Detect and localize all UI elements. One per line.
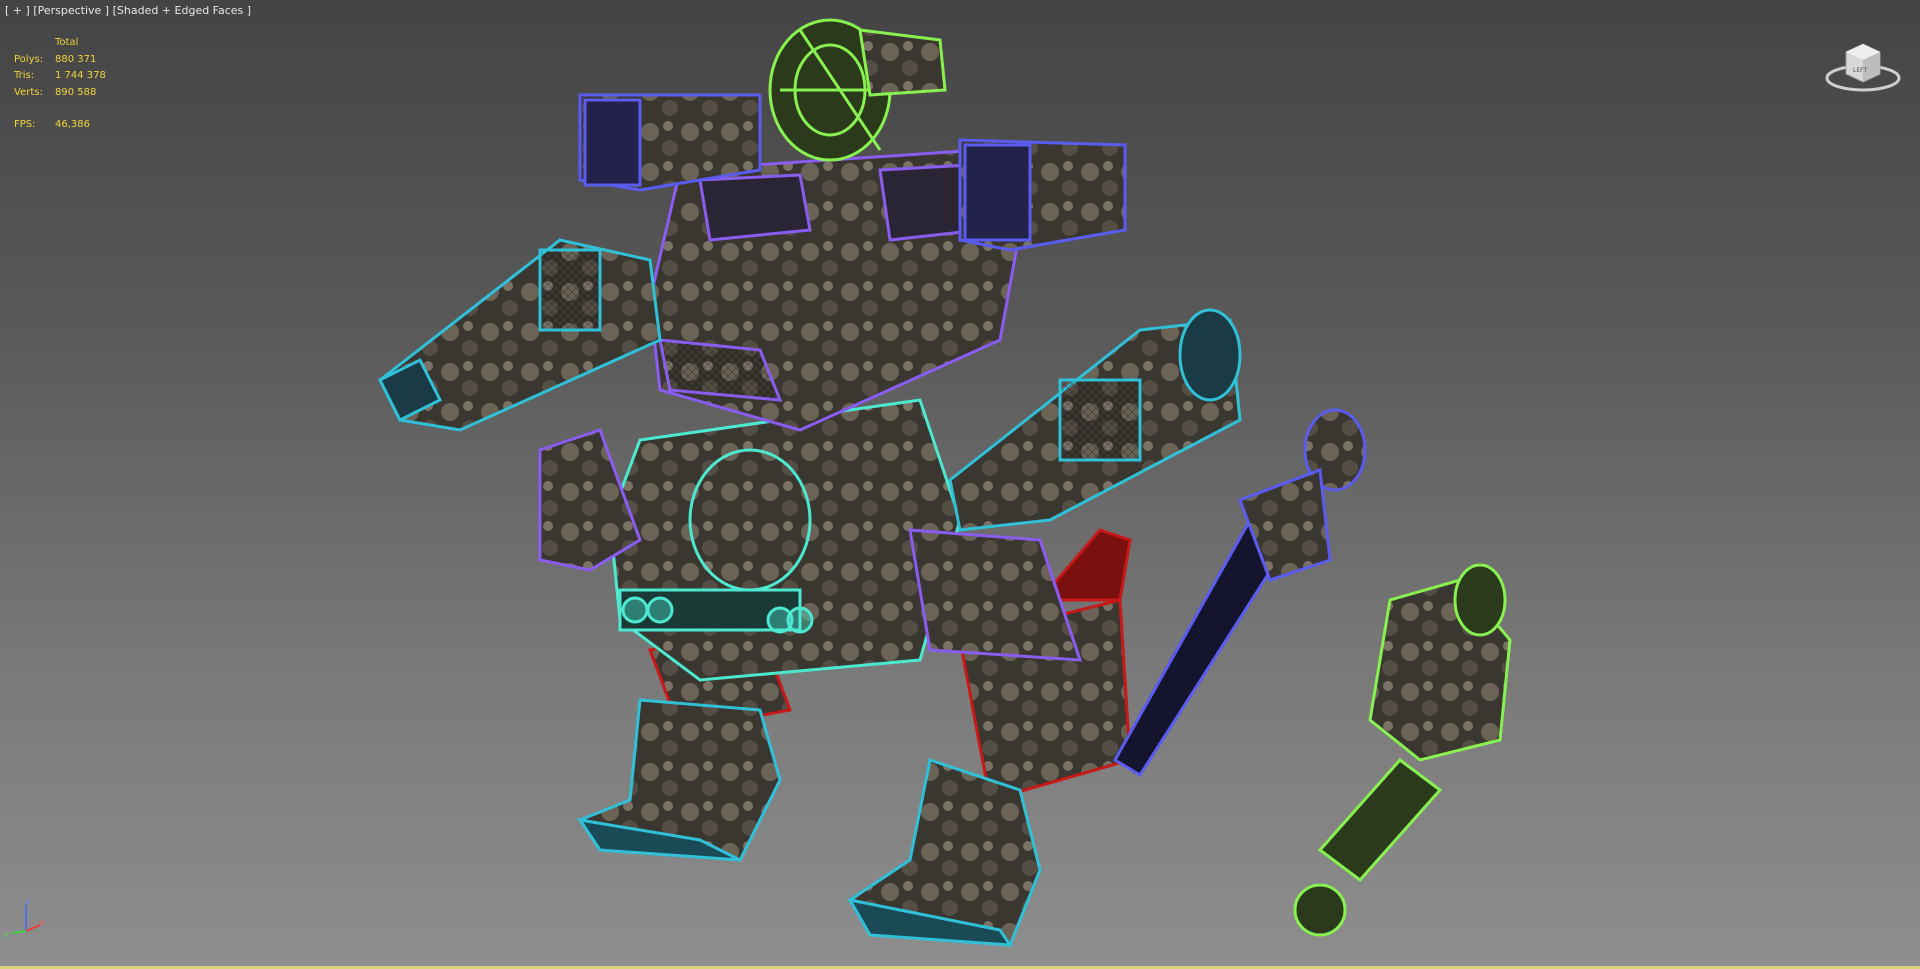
stats-fps-value: 46,386 bbox=[55, 119, 90, 130]
mech-side-armor-left bbox=[538, 428, 642, 572]
mech-side-armor-right bbox=[908, 528, 1083, 662]
mech-radar-dish bbox=[768, 18, 947, 162]
stats-polys-value: 880 371 bbox=[55, 53, 97, 65]
viewcube-face-label: LEFT bbox=[1853, 67, 1867, 74]
stats-polys-label: Polys: bbox=[14, 53, 44, 65]
mech-foot-left bbox=[576, 698, 782, 862]
stats-verts-value: 890 588 bbox=[55, 86, 97, 98]
mech-missile-pod-left bbox=[578, 93, 762, 192]
viewport-view-menu[interactable]: [Perspective ] bbox=[33, 4, 109, 17]
viewport-shading-menu[interactable]: [Shaded + Edged Faces ] bbox=[113, 4, 251, 17]
axis-x-label: x bbox=[40, 918, 45, 927]
mech-missile-pod-right bbox=[958, 138, 1127, 252]
viewcube-icon[interactable]: LEFT bbox=[1824, 32, 1902, 96]
3d-viewport[interactable]: [ + ] [Perspective ] [Shaded + Edged Fac… bbox=[0, 0, 1920, 969]
axis-tripod-icon: z x y bbox=[4, 897, 45, 939]
viewport-menu-plus[interactable]: [ + ] bbox=[5, 4, 30, 17]
stats-header: Total bbox=[55, 37, 79, 48]
stats-verts-label: Verts: bbox=[14, 86, 43, 98]
viewport-label[interactable]: [ + ] [Perspective ] [Shaded + Edged Fac… bbox=[5, 4, 251, 17]
axis-y-label: y bbox=[4, 930, 9, 939]
detached-missile-launcher bbox=[1293, 563, 1512, 937]
stats-tris-label: Tris: bbox=[14, 70, 35, 81]
mech-lower-torso bbox=[608, 398, 962, 682]
mech-arm-cannon-left bbox=[377, 238, 662, 432]
mech-foot-right bbox=[847, 758, 1042, 947]
mech-model-render[interactable] bbox=[0, 0, 1920, 969]
stats-fps-label: FPS: bbox=[14, 119, 36, 130]
scene-statistics: Total Polys: 880 371 Tris: 1 744 378 Ver… bbox=[14, 35, 106, 134]
stats-tris-value: 1 744 378 bbox=[55, 70, 106, 81]
axis-z-label: z bbox=[26, 897, 30, 906]
